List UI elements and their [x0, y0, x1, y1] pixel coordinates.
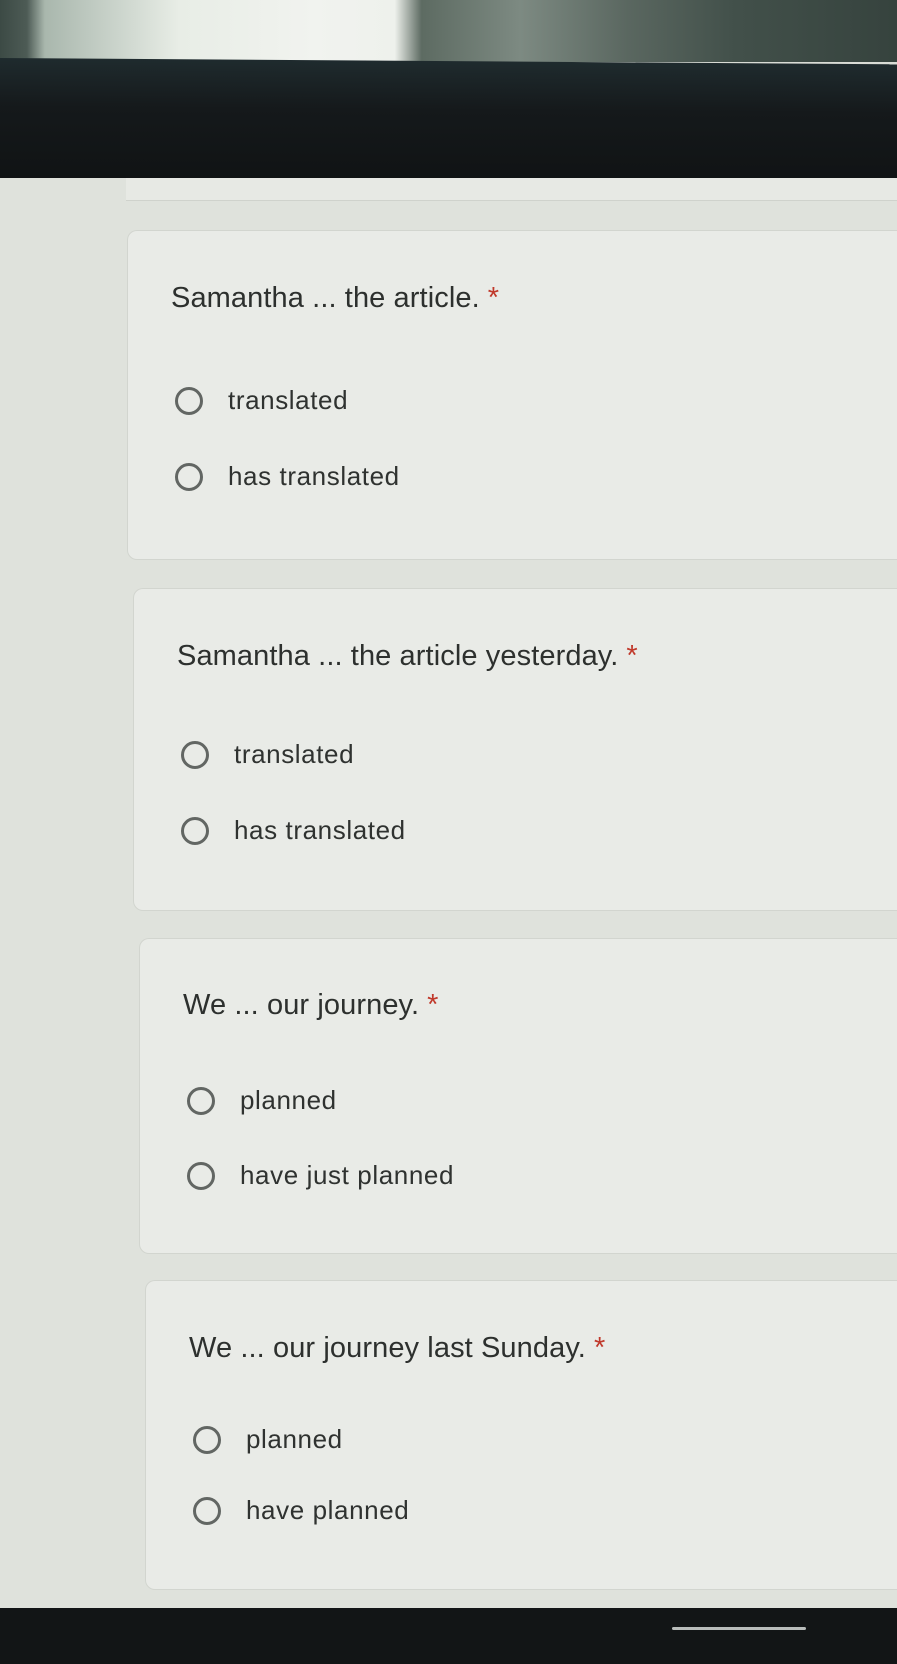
- question-title-1: Samantha ... the article. *: [171, 282, 499, 315]
- option-label: have planned: [246, 1495, 410, 1525]
- photo-background-top: [0, 0, 897, 62]
- option-have-planned[interactable]: have planned: [193, 1495, 409, 1526]
- option-translated[interactable]: translated: [181, 739, 354, 770]
- question-text: Samantha ... the article.: [171, 282, 480, 314]
- option-has-translated[interactable]: has translated: [181, 815, 406, 846]
- option-label: translated: [228, 385, 349, 415]
- required-asterisk: *: [427, 989, 439, 1021]
- option-label: has translated: [228, 461, 400, 491]
- monitor-bezel-bottom: [0, 1608, 897, 1664]
- previous-card-edge: [126, 178, 897, 201]
- radio-button[interactable]: [181, 740, 209, 769]
- question-title-2: Samantha ... the article yesterday. *: [177, 640, 638, 673]
- option-planned[interactable]: planned: [193, 1424, 343, 1455]
- option-has-translated[interactable]: has translated: [175, 461, 400, 492]
- required-asterisk: *: [626, 640, 638, 672]
- bezel-highlight: [672, 1627, 806, 1630]
- monitor-bezel-top: [0, 58, 897, 187]
- required-asterisk: *: [593, 1332, 606, 1364]
- option-label: planned: [246, 1424, 343, 1454]
- question-text: We ... our journey last Sunday.: [189, 1332, 586, 1364]
- option-label: have just planned: [240, 1160, 455, 1190]
- question-title-3: We ... our journey. *: [183, 989, 439, 1022]
- question-title-4: We ... our journey last Sunday. *: [189, 1332, 605, 1365]
- required-asterisk: *: [487, 282, 500, 314]
- question-text: Samantha ... the article yesterday.: [177, 640, 619, 672]
- radio-button[interactable]: [181, 816, 209, 845]
- radio-button[interactable]: [193, 1496, 221, 1525]
- question-text: We ... our journey.: [183, 989, 420, 1021]
- radio-button[interactable]: [175, 386, 203, 415]
- option-label: planned: [240, 1085, 337, 1115]
- option-planned[interactable]: planned: [187, 1085, 337, 1116]
- radio-button[interactable]: [187, 1086, 215, 1115]
- radio-button[interactable]: [175, 462, 203, 491]
- option-label: translated: [234, 739, 355, 769]
- option-translated[interactable]: translated: [175, 385, 348, 416]
- radio-button[interactable]: [187, 1161, 215, 1190]
- option-have-just-planned[interactable]: have just planned: [187, 1160, 454, 1191]
- radio-button[interactable]: [193, 1425, 221, 1454]
- option-label: has translated: [234, 815, 406, 845]
